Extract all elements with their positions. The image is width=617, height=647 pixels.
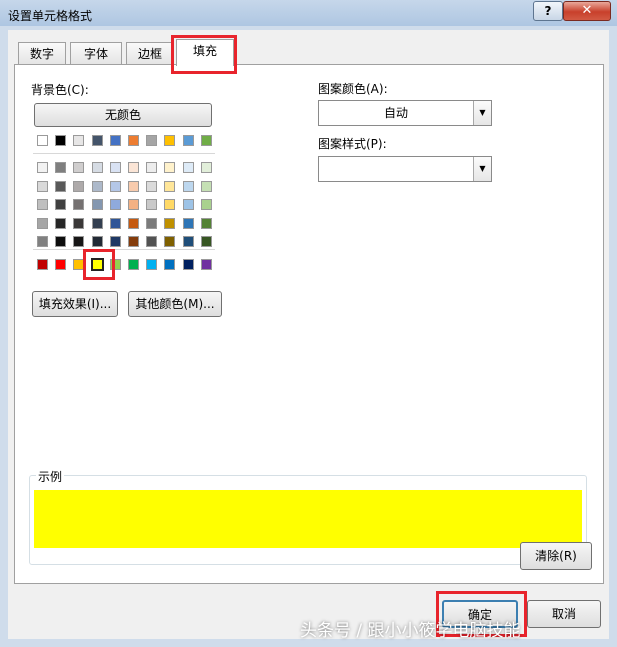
standard-color-swatch[interactable] [182,259,194,270]
watermark-text: 头条号 / 跟小小筱学电脑技能 [300,621,521,641]
color-swatch[interactable] [91,217,103,229]
color-swatch[interactable] [146,135,158,146]
color-swatch[interactable] [109,199,121,210]
pattern-color-label: 图案颜色(A): [318,82,388,96]
fill-effects-button[interactable]: 填充效果(I)... [32,291,118,317]
color-swatch[interactable] [146,162,158,173]
color-swatch[interactable] [164,236,176,247]
color-swatch[interactable] [182,217,194,229]
selected-color-swatch[interactable] [90,258,104,271]
color-swatch[interactable] [200,162,212,173]
color-swatch[interactable] [91,135,103,146]
color-swatch[interactable] [55,135,67,146]
tab-fill[interactable]: 填充 [176,39,234,66]
color-swatch[interactable] [109,135,121,146]
color-swatch[interactable] [109,162,121,173]
color-swatch[interactable] [146,199,158,210]
color-swatch[interactable] [37,162,48,173]
chevron-down-icon[interactable]: ▼ [473,157,491,181]
standard-color-swatch[interactable] [109,259,121,270]
sample-preview [34,490,582,548]
color-swatch[interactable] [182,180,194,192]
color-swatch[interactable] [55,199,67,210]
color-swatch[interactable] [55,236,67,247]
close-button[interactable]: ✕ [563,1,611,21]
color-swatch[interactable] [73,180,85,192]
standard-color-swatch[interactable] [200,259,212,270]
color-swatch[interactable] [164,199,176,210]
title-bar[interactable]: 设置单元格格式 ? ✕ [0,0,617,30]
help-button[interactable]: ? [533,1,563,21]
format-cells-dialog: 设置单元格格式 ? ✕ 数字 字体 边框 填充 背景色(C): 无颜色 填充效果… [0,0,617,647]
color-swatch[interactable] [146,180,158,192]
dialog-title: 设置单元格格式 [8,9,93,23]
color-swatch[interactable] [128,217,139,229]
tab-font[interactable]: 字体 [70,42,122,65]
color-swatch[interactable] [200,217,212,229]
background-color-label: 背景色(C): [31,83,89,97]
color-swatch[interactable] [164,162,176,173]
color-swatch[interactable] [37,217,48,229]
color-swatch[interactable] [109,180,121,192]
color-swatch[interactable] [182,236,194,247]
standard-color-swatch[interactable] [55,259,67,270]
sample-label: 示例 [36,468,65,485]
color-swatch[interactable] [182,199,194,210]
color-swatch[interactable] [146,236,158,247]
dialog-body: 数字 字体 边框 填充 背景色(C): 无颜色 填充效果(I)... 其他颜色(… [8,30,609,639]
color-swatch[interactable] [73,217,85,229]
color-swatch[interactable] [182,135,194,146]
color-swatch[interactable] [91,236,103,247]
pattern-style-label: 图案样式(P): [318,137,387,151]
palette-divider [33,153,215,154]
color-swatch[interactable] [109,236,121,247]
tab-border[interactable]: 边框 [126,42,174,65]
color-swatch[interactable] [200,135,212,146]
chevron-down-icon[interactable]: ▼ [473,101,491,125]
color-swatch[interactable] [73,236,85,247]
color-swatch[interactable] [91,162,103,173]
fill-panel: 背景色(C): 无颜色 填充效果(I)... 其他颜色(M)... 图案颜色(A… [14,64,604,584]
color-swatch[interactable] [109,217,121,229]
standard-color-swatch[interactable] [37,259,48,270]
color-swatch[interactable] [128,135,139,146]
color-swatch[interactable] [146,217,158,229]
color-swatch[interactable] [128,199,139,210]
color-swatch[interactable] [91,199,103,210]
color-swatch[interactable] [128,236,139,247]
no-color-button[interactable]: 无颜色 [34,103,212,127]
color-swatch[interactable] [37,236,48,247]
clear-button[interactable]: 清除(R) [520,542,592,570]
color-swatch[interactable] [55,162,67,173]
color-swatch[interactable] [73,162,85,173]
color-swatch[interactable] [164,180,176,192]
color-swatch[interactable] [91,180,103,192]
color-swatch[interactable] [200,199,212,210]
color-swatch[interactable] [37,199,48,210]
tab-number[interactable]: 数字 [18,42,66,65]
cancel-button[interactable]: 取消 [527,600,601,628]
palette-divider [33,249,215,250]
color-swatch[interactable] [73,199,85,210]
color-swatch[interactable] [182,162,194,173]
color-swatch[interactable] [128,162,139,173]
color-swatch[interactable] [55,180,67,192]
pattern-color-dropdown[interactable]: 自动 ▼ [318,100,492,126]
color-swatch[interactable] [164,217,176,229]
color-swatch[interactable] [37,135,48,146]
standard-color-swatch[interactable] [146,259,158,270]
color-swatch[interactable] [55,217,67,229]
color-swatch[interactable] [200,236,212,247]
color-swatch[interactable] [128,180,139,192]
color-swatch[interactable] [37,180,48,192]
pattern-color-value: 自动 [383,106,408,120]
color-swatch[interactable] [200,180,212,192]
pattern-style-dropdown[interactable]: ▼ [318,156,492,182]
standard-color-swatch[interactable] [128,259,139,270]
color-swatch[interactable] [73,135,85,146]
color-swatch[interactable] [164,135,176,146]
standard-color-swatch[interactable] [73,259,85,270]
more-colors-button[interactable]: 其他颜色(M)... [128,291,222,317]
standard-color-swatch[interactable] [164,259,176,270]
